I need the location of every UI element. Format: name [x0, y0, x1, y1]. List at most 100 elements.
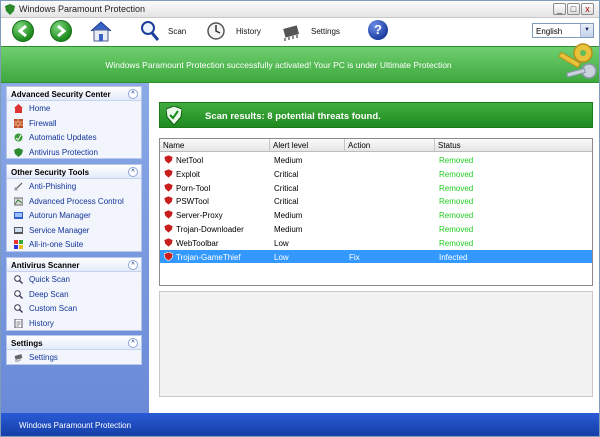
back-arrow-icon	[17, 24, 27, 38]
panel-header[interactable]: Antivirus Scanner ^	[7, 258, 141, 272]
home-icon[interactable]	[89, 20, 113, 42]
table-row[interactable]: Trojan-Downloader Medium Removed	[160, 222, 592, 236]
history-clock-icon[interactable]	[206, 20, 226, 42]
sidebar-item-label: Quick Scan	[29, 275, 70, 284]
sidebar-item-home[interactable]: Home	[7, 101, 141, 116]
threat-action: Fix	[349, 252, 360, 262]
sidebar-item-anti-phishing[interactable]: Anti-Phishing	[7, 179, 141, 194]
collapse-icon[interactable]: ^	[128, 167, 138, 177]
threat-name: Trojan-GameThief	[176, 252, 241, 262]
sidebar-item-advanced-process-control[interactable]: Advanced Process Control	[7, 194, 141, 209]
title-bar: Windows Paramount Protection _ □ x	[1, 1, 599, 18]
threat-status: Removed	[439, 197, 474, 207]
column-header-alert-level[interactable]: Alert level	[270, 139, 345, 152]
window-title: Windows Paramount Protection	[19, 4, 146, 14]
magnifier-scan-icon[interactable]	[140, 20, 160, 42]
table-row[interactable]: Server-Proxy Medium Removed	[160, 208, 592, 222]
sidebar-item-automatic-updates[interactable]: Automatic Updates	[7, 130, 141, 145]
column-header-name[interactable]: Name	[160, 139, 270, 152]
table-row[interactable]: WebToolbar Low Removed	[160, 236, 592, 250]
threat-status: Removed	[439, 238, 474, 248]
help-icon[interactable]: ?	[368, 20, 388, 40]
sidebar-item-custom-scan[interactable]: Custom Scan	[7, 301, 141, 316]
threat-alert-level: Critical	[274, 169, 299, 179]
table-row[interactable]: NetTool Medium Removed	[160, 153, 592, 167]
collapse-icon[interactable]: ^	[128, 260, 138, 270]
anti-phishing-icon	[14, 182, 23, 191]
table-header: Name Alert level Action Status	[160, 139, 592, 152]
status-bar: Windows Paramount Protection	[1, 413, 599, 436]
scan-results-header: Scan results: 8 potential threats found.	[159, 102, 593, 128]
sidebar: Advanced Security Center ^ Home Firewall…	[1, 83, 149, 413]
threat-name: Trojan-Downloader	[176, 225, 244, 234]
threat-name: NetTool	[176, 156, 204, 165]
threat-alert-level: Critical	[274, 197, 299, 207]
threat-alert-level: Medium	[274, 225, 303, 234]
chevron-down-icon[interactable]: ▼	[580, 24, 593, 37]
panel-header[interactable]: Other Security Tools ^	[7, 165, 141, 179]
language-select[interactable]: English ▼	[532, 23, 594, 38]
sidebar-item-label: Service Manager	[29, 225, 90, 235]
sidebar-item-label: Antivirus Protection	[29, 147, 98, 157]
close-button[interactable]: x	[581, 3, 594, 15]
threat-alert-level: Low	[274, 252, 289, 262]
sidebar-item-firewall[interactable]: Firewall	[7, 116, 141, 131]
sidebar-item-quick-scan[interactable]: Quick Scan	[7, 272, 141, 287]
table-row[interactable]: Trojan-GameThief Low Fix Infected	[160, 249, 592, 264]
table-row[interactable]: PSWTool Critical Removed	[160, 194, 592, 208]
threat-shield-icon	[164, 155, 173, 164]
panel-antivirus-scanner: Antivirus Scanner ^ Quick Scan Deep Scan…	[6, 257, 142, 331]
panel-header[interactable]: Settings ^	[7, 336, 141, 350]
sidebar-item-deep-scan[interactable]: Deep Scan	[7, 287, 141, 302]
column-header-status[interactable]: Status	[435, 139, 592, 152]
scan-button-label[interactable]: Scan	[168, 27, 186, 36]
sidebar-item-history[interactable]: History	[7, 316, 141, 331]
antivirus-icon	[14, 147, 23, 157]
minimize-button[interactable]: _	[553, 3, 566, 15]
threat-shield-icon	[164, 224, 173, 233]
sidebar-item-autorun-manager[interactable]: Autorun Manager	[7, 208, 141, 223]
sidebar-item-service-manager[interactable]: Service Manager	[7, 223, 141, 238]
threat-status: Removed	[439, 169, 474, 179]
history-button-label[interactable]: History	[236, 27, 261, 36]
updates-icon	[14, 133, 23, 142]
activation-banner: Windows Paramount Protection successfull…	[1, 46, 599, 83]
table-row[interactable]: Porn-Tool Critical Removed	[160, 181, 592, 195]
collapse-icon[interactable]: ^	[128, 89, 138, 99]
threat-shield-icon	[164, 210, 173, 220]
language-value: English	[536, 27, 563, 36]
panel-title: Settings	[11, 339, 43, 348]
panel-settings: Settings ^ Settings	[6, 335, 142, 365]
maximize-button[interactable]: □	[567, 3, 580, 15]
collapse-icon[interactable]: ^	[128, 338, 138, 348]
column-header-action[interactable]: Action	[345, 139, 435, 152]
settings-chip-icon[interactable]	[280, 20, 302, 42]
back-button[interactable]	[12, 20, 34, 42]
sidebar-item-label: Settings	[29, 353, 58, 362]
banner-message: Windows Paramount Protection successfull…	[105, 60, 452, 70]
panel-header[interactable]: Advanced Security Center ^	[7, 87, 141, 101]
table-row[interactable]: Exploit Critical Removed	[160, 167, 592, 181]
process-control-icon	[14, 197, 23, 205]
sidebar-item-label: Autorun Manager	[29, 211, 91, 220]
forward-button[interactable]	[50, 20, 72, 42]
threat-status: Removed	[439, 156, 474, 165]
history-icon	[14, 318, 23, 328]
sidebar-item-label: Firewall	[29, 118, 57, 128]
sidebar-item-label: Home	[29, 104, 51, 113]
sidebar-item-label: Anti-Phishing	[29, 182, 77, 191]
sidebar-item-antivirus-protection[interactable]: Antivirus Protection	[7, 145, 141, 160]
sidebar-item-all-in-one-suite[interactable]: All-in-one Suite	[7, 237, 141, 252]
details-panel	[159, 291, 593, 397]
shield-check-icon	[166, 106, 182, 125]
threat-status: Removed	[439, 211, 474, 221]
sidebar-item-label: Automatic Updates	[29, 133, 97, 142]
panel-title: Advanced Security Center	[11, 90, 111, 99]
threat-alert-level: Medium	[274, 211, 303, 221]
sidebar-item-label: Deep Scan	[29, 289, 69, 299]
panel-title: Antivirus Scanner	[11, 261, 80, 270]
sidebar-item-settings[interactable]: Settings	[7, 350, 141, 365]
autorun-icon	[14, 212, 23, 219]
settings-button-label[interactable]: Settings	[311, 27, 340, 36]
threat-name: Server-Proxy	[176, 211, 223, 221]
